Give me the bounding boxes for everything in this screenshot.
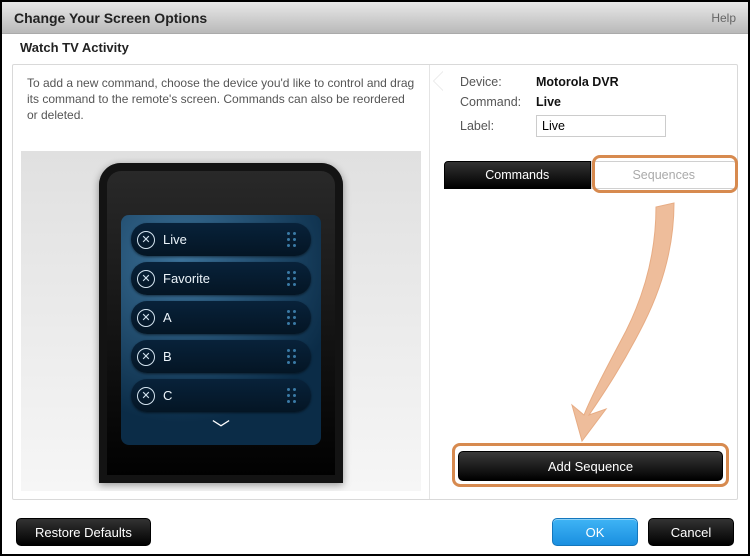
properties-form: Device: Motorola DVR Command: Live Label… (444, 65, 737, 137)
remote-row-label: C (163, 388, 287, 403)
help-link[interactable]: Help (711, 11, 736, 25)
right-panel: Device: Motorola DVR Command: Live Label… (444, 65, 737, 499)
tabs: Commands Sequences (444, 161, 737, 189)
remote-row[interactable]: ✕ Live (131, 223, 311, 256)
remove-icon[interactable]: ✕ (137, 270, 155, 288)
dialog-title: Change Your Screen Options (14, 10, 207, 26)
drag-handle-icon[interactable] (287, 349, 303, 365)
dialog-body: To add a new command, choose the device … (12, 64, 738, 500)
remote-row-label: A (163, 310, 287, 325)
remote-row[interactable]: ✕ C (131, 379, 311, 412)
dialog-footer: Restore Defaults OK Cancel (2, 510, 748, 554)
panel-pointer-icon (434, 71, 444, 91)
tab-commands[interactable]: Commands (444, 161, 591, 189)
remove-icon[interactable]: ✕ (137, 231, 155, 249)
remove-icon[interactable]: ✕ (137, 348, 155, 366)
drag-handle-icon[interactable] (287, 232, 303, 248)
remote-screen: ✕ Live ✕ Favorite ✕ A (121, 215, 321, 445)
remote-row-label: B (163, 349, 287, 364)
titlebar: Change Your Screen Options Help (2, 2, 748, 34)
command-value: Live (536, 95, 561, 109)
remote-row[interactable]: ✕ B (131, 340, 311, 373)
left-panel: To add a new command, choose the device … (13, 65, 430, 499)
ok-button[interactable]: OK (552, 518, 638, 546)
device-value: Motorola DVR (536, 75, 619, 89)
remote-preview: ✕ Live ✕ Favorite ✕ A (21, 151, 421, 491)
drag-handle-icon[interactable] (287, 388, 303, 404)
annotation-arrow-icon (474, 183, 704, 453)
cancel-button[interactable]: Cancel (648, 518, 734, 546)
add-sequence-button[interactable]: Add Sequence (458, 451, 723, 481)
remove-icon[interactable]: ✕ (137, 309, 155, 327)
command-label: Command: (460, 95, 536, 109)
remote-device: ✕ Live ✕ Favorite ✕ A (99, 163, 343, 483)
remote-row-label: Favorite (163, 271, 287, 286)
remove-icon[interactable]: ✕ (137, 387, 155, 405)
activity-subtitle: Watch TV Activity (2, 34, 748, 62)
tab-sequences[interactable]: Sequences (591, 161, 738, 189)
remote-row[interactable]: ✕ A (131, 301, 311, 334)
dialog-window: Change Your Screen Options Help Watch TV… (0, 0, 750, 556)
label-input[interactable] (536, 115, 666, 137)
restore-defaults-button[interactable]: Restore Defaults (16, 518, 151, 546)
device-label: Device: (460, 75, 536, 89)
drag-handle-icon[interactable] (287, 310, 303, 326)
drag-handle-icon[interactable] (287, 271, 303, 287)
remote-row[interactable]: ✕ Favorite (131, 262, 311, 295)
chevron-down-icon[interactable]: ﹀ (121, 415, 321, 441)
label-label: Label: (460, 119, 536, 133)
remote-row-label: Live (163, 232, 287, 247)
instructions-text: To add a new command, choose the device … (13, 65, 429, 143)
